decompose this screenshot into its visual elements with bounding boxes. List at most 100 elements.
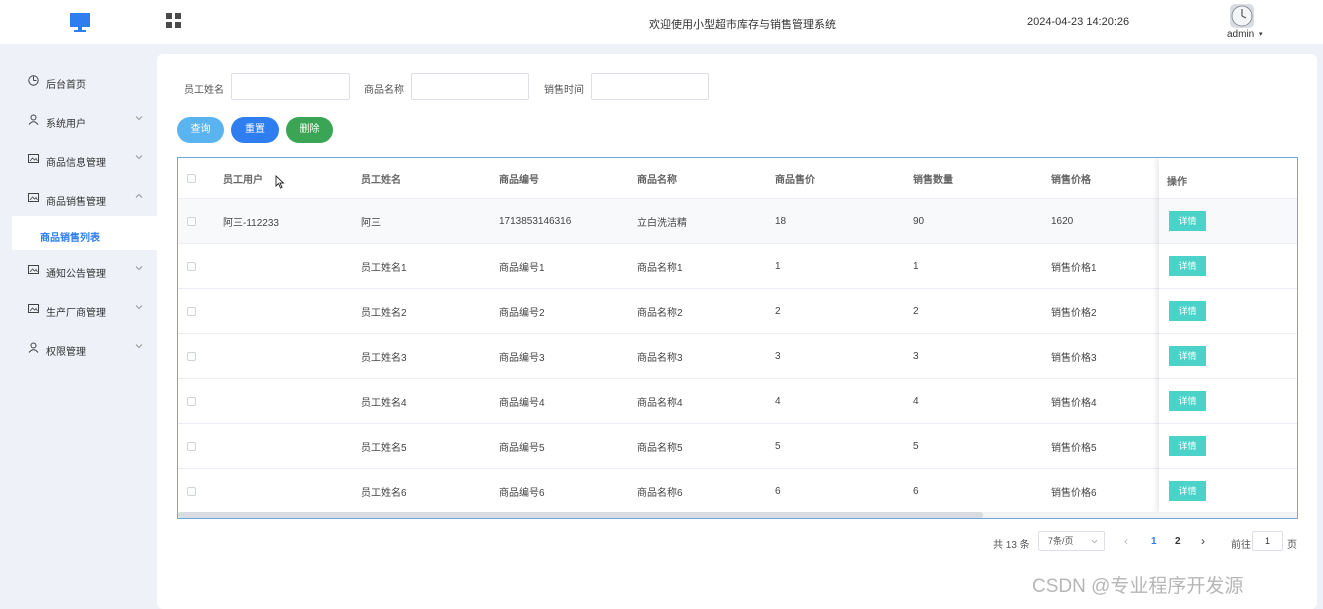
- chevron-down-icon: [135, 116, 143, 121]
- user-name[interactable]: admin: [1227, 29, 1254, 40]
- column-header[interactable]: 商品编号: [499, 158, 539, 198]
- datetime: 2024-04-23 14:20:26: [1027, 16, 1130, 28]
- table-row[interactable]: 员工姓名6 商品编号6 商品名称6 6 6 销售价格6: [178, 469, 1297, 514]
- sidebar-item-sales[interactable]: 商品销售管理: [0, 183, 157, 213]
- sidebar-item-notices[interactable]: 通知公告管理: [0, 255, 157, 285]
- sale-time-label: 销售时间: [544, 85, 584, 96]
- cell-employee-user: 阿三-112233: [223, 217, 279, 229]
- picture-icon: [28, 154, 39, 163]
- cell-product-name: 商品名称5: [637, 442, 683, 454]
- operations-column: 操作 详情 详情 详情 详情 详情 详情 详情: [1159, 158, 1297, 513]
- table-row[interactable]: 员工姓名3 商品编号3 商品名称3 3 3 销售价格3: [178, 334, 1297, 379]
- sidebar-item-home[interactable]: 后台首页: [0, 66, 157, 96]
- detail-button[interactable]: 详情: [1169, 391, 1206, 411]
- column-header[interactable]: 员工姓名: [361, 158, 401, 198]
- cell-sale-price: 销售价格4: [1051, 397, 1097, 409]
- cell-quantity: 2: [913, 305, 919, 317]
- chevron-down-icon: [1091, 539, 1098, 544]
- cell-unit-price: 3: [775, 350, 781, 362]
- clock-icon: [28, 75, 39, 86]
- row-checkbox[interactable]: [187, 397, 196, 406]
- table-row[interactable]: 员工姓名4 商品编号4 商品名称4 4 4 销售价格4: [178, 379, 1297, 424]
- sidebar-item-label: 通知公告管理: [46, 269, 106, 280]
- row-checkbox[interactable]: [187, 487, 196, 496]
- grid-icon[interactable]: [166, 13, 181, 28]
- user-icon: [28, 114, 39, 125]
- next-page-button[interactable]: ›: [1201, 534, 1205, 548]
- cell-quantity: 90: [913, 215, 925, 227]
- sidebar-item-system-users[interactable]: 系统用户: [0, 105, 157, 135]
- row-checkbox[interactable]: [187, 442, 196, 451]
- sidebar-item-product-info[interactable]: 商品信息管理: [0, 144, 157, 174]
- page-number-current[interactable]: 1: [1151, 536, 1157, 547]
- cell-sale-price: 1620: [1051, 215, 1074, 227]
- sale-time-input[interactable]: [591, 73, 709, 100]
- goto-label: 前往: [1231, 540, 1251, 551]
- table-row[interactable]: 员工姓名1 商品编号1 商品名称1 1 1 销售价格1: [178, 244, 1297, 289]
- query-button[interactable]: 查询: [177, 117, 224, 143]
- row-checkbox[interactable]: [187, 262, 196, 271]
- operations-cell: 详情: [1159, 424, 1297, 469]
- row-checkbox[interactable]: [187, 217, 196, 226]
- product-name-label: 商品名称: [364, 85, 404, 96]
- cell-product-code: 商品编号1: [499, 262, 545, 274]
- page-suffix: 页: [1287, 540, 1297, 551]
- cell-product-code: 商品编号2: [499, 307, 545, 319]
- cell-unit-price: 5: [775, 440, 781, 452]
- sidebar-item-label: 生产厂商管理: [46, 308, 106, 319]
- chevron-down-icon: [135, 344, 143, 349]
- chevron-down-icon: [135, 155, 143, 160]
- cell-unit-price: 1: [775, 260, 781, 272]
- operations-cell: 详情: [1159, 199, 1297, 244]
- row-checkbox[interactable]: [187, 307, 196, 316]
- sidebar: 后台首页 系统用户 商品信息管理 商品销售管理 商品销售列表 通知公告管理 生产…: [0, 44, 157, 609]
- column-header[interactable]: 销售价格: [1051, 158, 1091, 198]
- cell-product-code: 1713853146316: [499, 215, 572, 227]
- detail-button[interactable]: 详情: [1169, 301, 1206, 321]
- row-checkbox[interactable]: [187, 352, 196, 361]
- watermark: CSDN @专业程序开发源: [1032, 576, 1244, 597]
- reset-button[interactable]: 重置: [231, 117, 279, 143]
- column-header: 操作: [1167, 177, 1187, 188]
- cell-product-code: 商品编号3: [499, 352, 545, 364]
- detail-button[interactable]: 详情: [1169, 211, 1206, 231]
- horizontal-scrollbar[interactable]: [178, 512, 1297, 518]
- page-size-select[interactable]: 7条/页: [1038, 531, 1105, 551]
- table-row[interactable]: 员工姓名5 商品编号5 商品名称5 5 5 销售价格5: [178, 424, 1297, 469]
- sidebar-subitem-sales-list[interactable]: 商品销售列表: [12, 216, 157, 250]
- total-count: 共 13 条: [993, 540, 1030, 551]
- cell-quantity: 6: [913, 485, 919, 497]
- cell-employee-name: 阿三: [361, 217, 381, 229]
- detail-button[interactable]: 详情: [1169, 256, 1206, 276]
- column-header[interactable]: 商品售价: [775, 158, 815, 198]
- monitor-icon[interactable]: [69, 11, 91, 33]
- sidebar-item-permissions[interactable]: 权限管理: [0, 333, 157, 363]
- chevron-down-icon[interactable]: ▾: [1259, 30, 1263, 38]
- sidebar-item-manufacturers[interactable]: 生产厂商管理: [0, 294, 157, 324]
- column-header[interactable]: 销售数量: [913, 158, 953, 198]
- prev-page-button[interactable]: ‹: [1124, 534, 1128, 548]
- delete-button[interactable]: 删除: [286, 117, 333, 143]
- detail-button[interactable]: 详情: [1169, 346, 1206, 366]
- cell-unit-price: 2: [775, 305, 781, 317]
- top-header: 欢迎使用小型超市库存与销售管理系统 2024-04-23 14:20:26 ad…: [0, 0, 1323, 44]
- chevron-down-icon: [135, 305, 143, 310]
- table-row[interactable]: 阿三-112233 阿三 1713853146316 立白洗洁精 18 90 1…: [178, 199, 1297, 244]
- detail-button[interactable]: 详情: [1169, 481, 1206, 501]
- employee-name-input[interactable]: [231, 73, 350, 100]
- column-header[interactable]: 员工用户: [223, 158, 263, 198]
- cell-sale-price: 销售价格1: [1051, 262, 1097, 274]
- column-header[interactable]: 商品名称: [637, 158, 677, 198]
- operations-cell: 详情: [1159, 289, 1297, 334]
- product-name-input[interactable]: [411, 73, 529, 100]
- detail-button[interactable]: 详情: [1169, 436, 1206, 456]
- avatar[interactable]: [1230, 4, 1254, 28]
- page-number[interactable]: 2: [1175, 536, 1181, 547]
- select-all-checkbox[interactable]: [187, 174, 196, 183]
- table-row[interactable]: 员工姓名2 商品编号2 商品名称2 2 2 销售价格2: [178, 289, 1297, 334]
- goto-page-input[interactable]: 1: [1252, 531, 1283, 551]
- operations-cell: 详情: [1159, 244, 1297, 289]
- scrollbar-thumb[interactable]: [178, 512, 983, 518]
- sales-table: 员工用户 员工姓名 商品编号 商品名称 商品售价 销售数量 销售价格 阿三-11…: [177, 157, 1298, 519]
- cell-sale-price: 销售价格5: [1051, 442, 1097, 454]
